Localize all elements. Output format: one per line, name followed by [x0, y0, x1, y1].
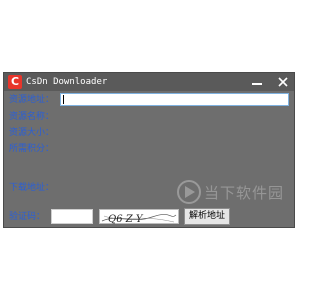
- resource-name-label: 资源名称：: [9, 112, 55, 122]
- close-button[interactable]: [272, 73, 294, 91]
- required-points-label: 所需积分：: [9, 144, 55, 154]
- watermark: 当下软件园: [176, 179, 294, 205]
- captcha-graphic: Q6 Z Y: [101, 214, 177, 225]
- resource-url-label: 资源地址：: [9, 95, 55, 105]
- title-bar[interactable]: C CsDn Downloader: [4, 73, 294, 91]
- captcha-input[interactable]: [51, 209, 93, 224]
- app-logo-icon: C: [8, 75, 22, 89]
- captcha-label: 验证码：: [9, 212, 46, 222]
- close-icon: [278, 77, 288, 87]
- text-caret: [63, 95, 64, 104]
- minimize-icon: [252, 83, 262, 85]
- parse-address-button[interactable]: 解析地址: [184, 208, 230, 225]
- window-title: CsDn Downloader: [26, 77, 108, 87]
- watermark-logo-icon: [177, 180, 201, 204]
- resource-size-label: 资源大小：: [9, 128, 55, 138]
- captcha-image[interactable]: Q6 Z Y: [99, 209, 179, 225]
- download-url-label: 下载地址：: [9, 183, 55, 193]
- resource-url-input[interactable]: [60, 93, 289, 106]
- watermark-text: 当下软件园: [204, 184, 285, 202]
- captcha-text: Q6 Z Y: [108, 214, 144, 225]
- minimize-button[interactable]: [246, 73, 268, 91]
- downloader-window: C CsDn Downloader 资源地址： 资源名称： 资源大小： 所需积分…: [3, 72, 295, 228]
